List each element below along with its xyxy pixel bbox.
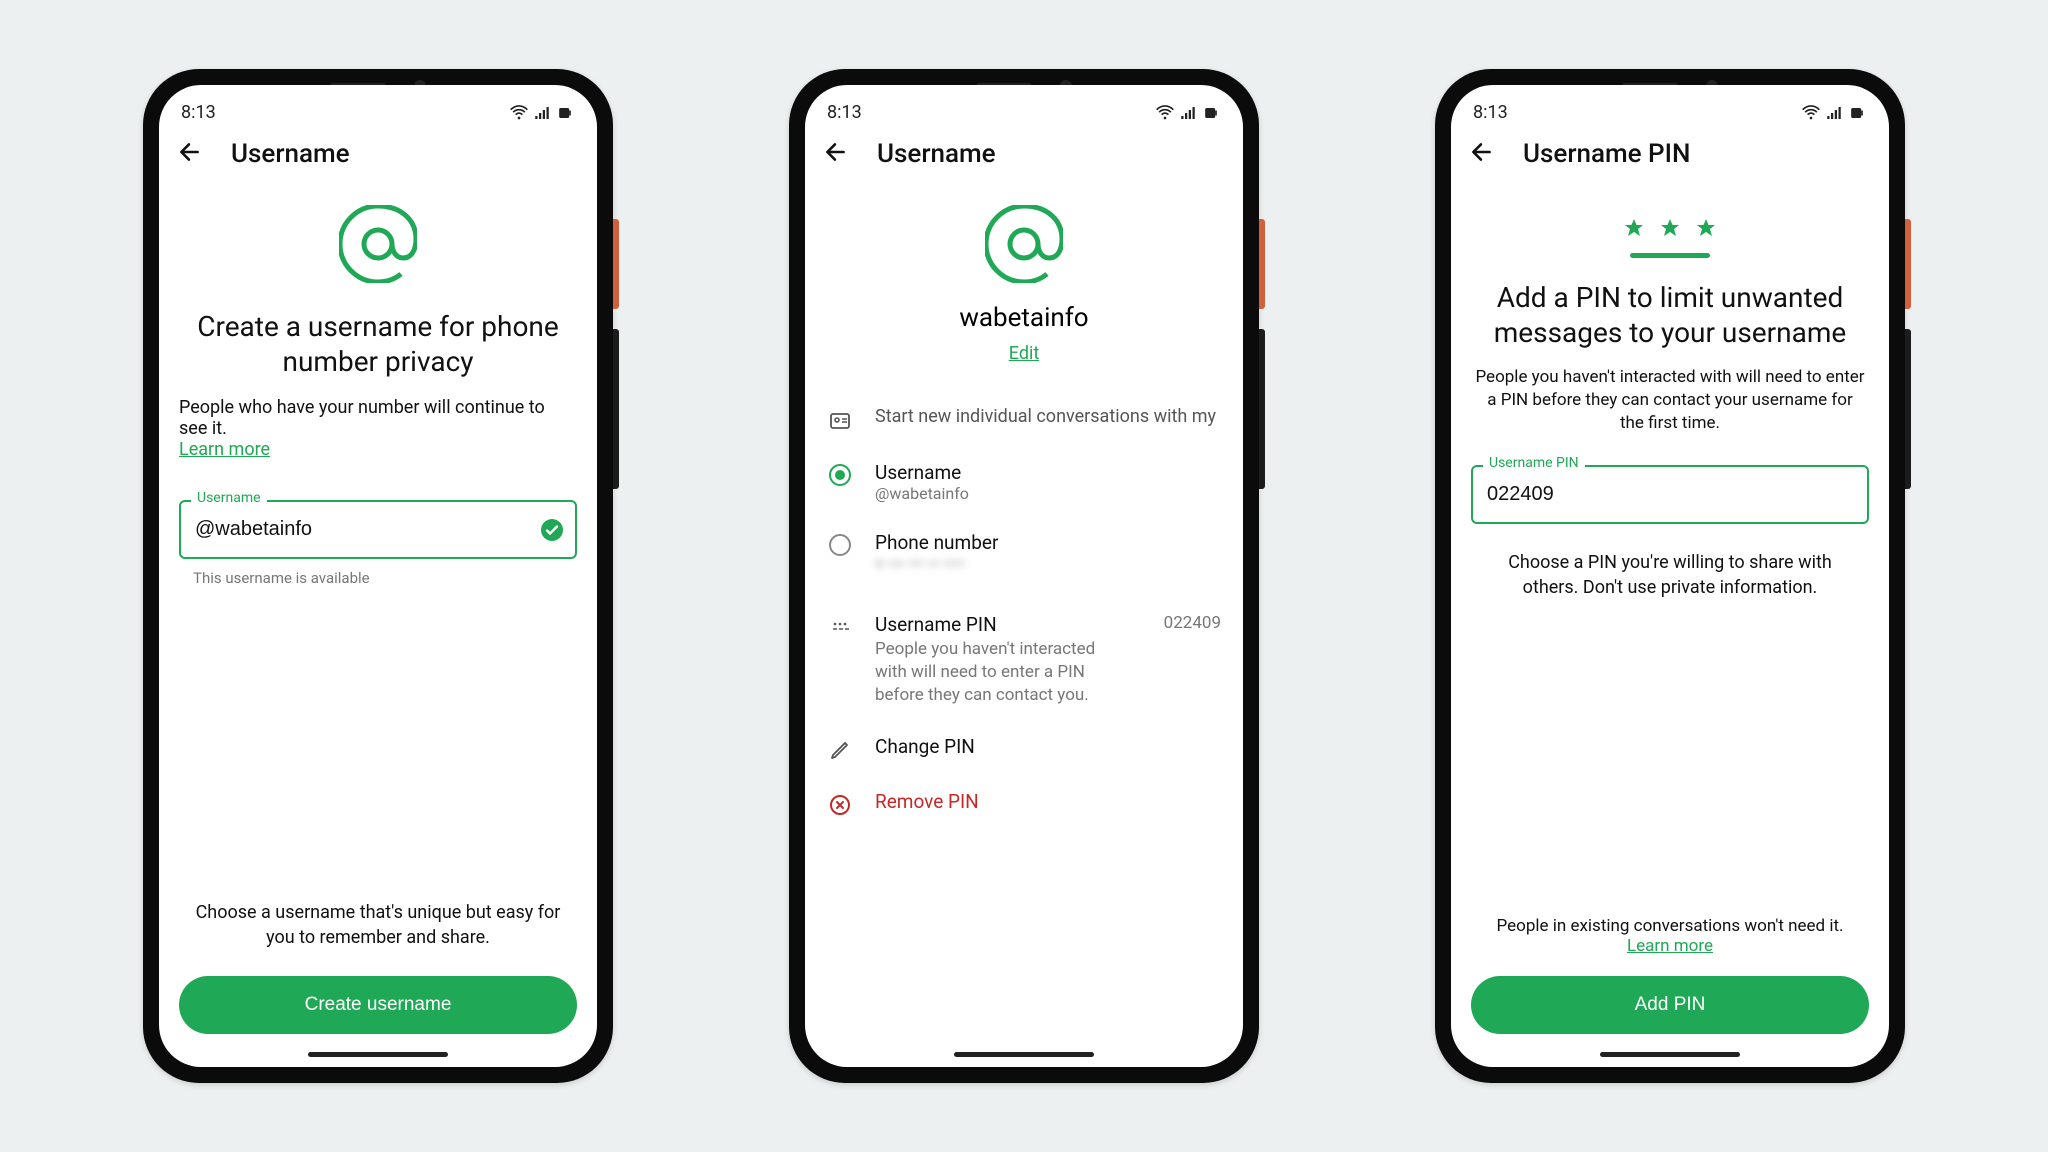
wifi-icon	[509, 103, 529, 123]
nav-handle	[308, 1052, 448, 1057]
create-username-button[interactable]: Create username	[179, 976, 577, 1034]
app-bar: Username PIN	[1451, 125, 1889, 183]
status-bar: 8:13	[159, 85, 597, 125]
page-title: Username	[877, 139, 996, 169]
pin-title: Username PIN	[875, 613, 1142, 636]
option-username-title: Username	[875, 461, 1221, 484]
username-input[interactable]	[179, 500, 577, 559]
at-icon	[339, 205, 417, 283]
pencil-icon	[827, 735, 853, 762]
signal-icon	[1825, 103, 1843, 123]
back-icon[interactable]	[177, 139, 203, 169]
radio-unchecked-icon	[829, 534, 851, 556]
change-pin-row[interactable]: Change PIN	[825, 721, 1223, 776]
page-title: Username PIN	[1523, 139, 1690, 169]
screen-username-settings: 8:13 Username wabetainfo Edit Start new …	[805, 85, 1243, 1067]
back-icon[interactable]	[823, 139, 849, 169]
sub-text: People who have your number will continu…	[179, 397, 545, 439]
profile-username: wabetainfo	[825, 303, 1223, 333]
status-bar: 8:13	[1451, 85, 1889, 125]
signal-icon	[1179, 103, 1197, 123]
remove-pin-label: Remove PIN	[875, 790, 1221, 813]
wifi-icon	[1801, 103, 1821, 123]
signal-icon	[533, 103, 551, 123]
section-header: Start new individual conversations with …	[875, 406, 1221, 427]
pin-illustration	[1471, 217, 1869, 258]
option-phone-sub: + ••• ••• •• ••••	[875, 554, 1221, 573]
heading: Add a PIN to limit unwanted messages to …	[1471, 280, 1869, 350]
remove-icon	[827, 790, 853, 817]
nav-handle	[1600, 1052, 1740, 1057]
phone-frame-2: 8:13 Username wabetainfo Edit Start new …	[789, 69, 1259, 1083]
contact-card-icon	[827, 406, 853, 433]
option-phone-row[interactable]: Phone number + ••• ••• •• ••••	[825, 517, 1223, 587]
sub-text: People you haven't interacted with will …	[1471, 366, 1869, 435]
status-icons	[1155, 103, 1221, 123]
heading: Create a username for phone number priva…	[179, 309, 577, 379]
pin-description: People you haven't interacted with will …	[875, 638, 1142, 707]
page-title: Username	[231, 139, 350, 169]
field-label: Username	[191, 490, 267, 506]
pin-input[interactable]	[1471, 465, 1869, 524]
status-bar: 8:13	[805, 85, 1243, 125]
username-pin-row[interactable]: Username PIN People you haven't interact…	[825, 587, 1223, 721]
edit-link[interactable]: Edit	[1009, 343, 1039, 364]
learn-more-link[interactable]: Learn more	[179, 439, 270, 460]
option-username-sub: @wabetainfo	[875, 484, 1221, 503]
change-pin-label: Change PIN	[875, 735, 1221, 758]
back-icon[interactable]	[1469, 139, 1495, 169]
wifi-icon	[1155, 103, 1175, 123]
phone-frame-1: 8:13 Username Create a username for phon…	[143, 69, 613, 1083]
app-bar: Username	[805, 125, 1243, 183]
remove-pin-row[interactable]: Remove PIN	[825, 776, 1223, 831]
battery-icon	[1847, 103, 1867, 123]
bottom-note: Choose a username that's unique but easy…	[179, 900, 577, 976]
add-pin-button[interactable]: Add PIN	[1471, 976, 1869, 1034]
screen-create-username: 8:13 Username Create a username for phon…	[159, 85, 597, 1067]
asterisk-icon	[1658, 217, 1682, 245]
battery-icon	[1201, 103, 1221, 123]
option-username-row[interactable]: Username @wabetainfo	[825, 447, 1223, 517]
learn-more-link[interactable]: Learn more	[1627, 936, 1713, 956]
option-phone-title: Phone number	[875, 531, 1221, 554]
battery-icon	[555, 103, 575, 123]
center-note: Choose a PIN you're willing to share wit…	[1471, 524, 1869, 600]
status-icons	[1801, 103, 1867, 123]
check-icon	[541, 519, 563, 541]
status-icons	[509, 103, 575, 123]
nav-handle	[954, 1052, 1094, 1057]
app-bar: Username	[159, 125, 597, 183]
field-label: Username PIN	[1483, 455, 1585, 471]
field-hint: This username is available	[193, 569, 577, 587]
asterisk-icon	[1622, 217, 1646, 245]
asterisk-icon	[1694, 217, 1718, 245]
bottom-note: People in existing conversations won't n…	[1471, 916, 1869, 936]
phone-frame-3: 8:13 Username PIN Add	[1435, 69, 1905, 1083]
section-header-row: Start new individual conversations with …	[825, 392, 1223, 447]
at-icon	[985, 205, 1063, 283]
status-time: 8:13	[827, 102, 862, 123]
pin-icon	[827, 613, 853, 640]
radio-checked-icon	[829, 464, 851, 486]
screen-add-pin: 8:13 Username PIN Add	[1451, 85, 1889, 1067]
status-time: 8:13	[181, 102, 216, 123]
pin-value: 022409	[1164, 613, 1221, 633]
status-time: 8:13	[1473, 102, 1508, 123]
